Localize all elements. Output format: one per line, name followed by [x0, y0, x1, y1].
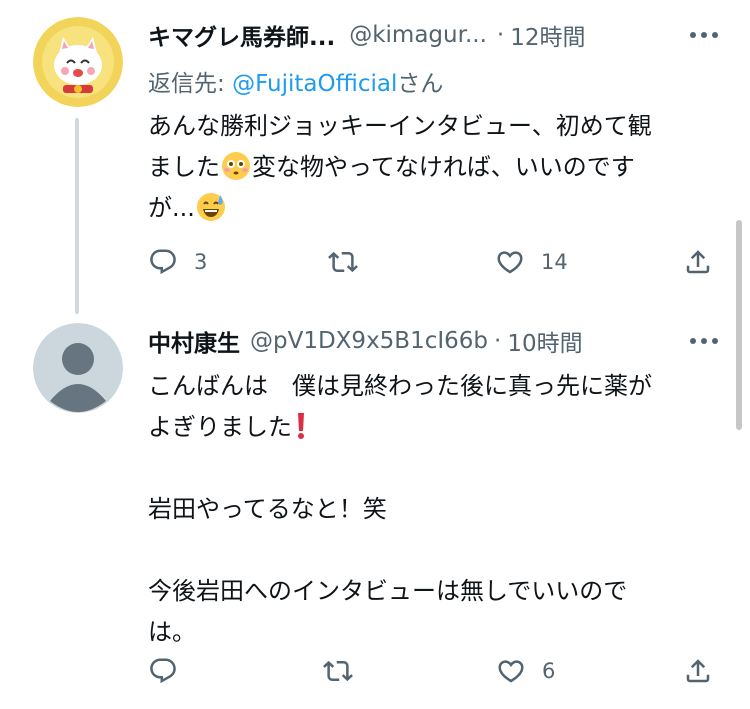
- tweet-actions: 6: [148, 651, 720, 691]
- user-handle[interactable]: @kimagur...: [349, 22, 487, 48]
- retweet-button[interactable]: [328, 242, 374, 282]
- display-name[interactable]: 中村康生: [148, 324, 240, 358]
- tweet-header: キマグレ馬券師... @kimagur... · 12時間: [148, 17, 585, 53]
- like-button[interactable]: 14: [495, 242, 568, 282]
- tweet-text-part-2: 岩田やってるなと！笑 今後岩田へのインタビューは無しでいいので は。: [148, 495, 628, 646]
- tweet-actions: 3 14: [148, 242, 720, 282]
- display-name[interactable]: キマグレ馬券師...: [148, 18, 335, 52]
- tweet-2[interactable]: 中村康生 @pV1DX9x5B1cI66b · 10時間 こんばんは 僕は見終わ…: [0, 310, 750, 709]
- like-icon: [497, 251, 523, 274]
- more-icon: [690, 338, 718, 344]
- separator-dot: ·: [494, 328, 502, 354]
- like-count: 6: [542, 659, 556, 683]
- thread-line: [75, 118, 79, 314]
- reply-icon: [150, 658, 176, 684]
- reply-icon: [150, 249, 176, 275]
- retweet-icon: [328, 251, 358, 273]
- more-options-button[interactable]: [684, 323, 724, 359]
- more-options-button[interactable]: [684, 17, 724, 53]
- reply-button[interactable]: [148, 651, 194, 691]
- separator-dot: ·: [496, 22, 505, 48]
- share-icon: [686, 250, 710, 274]
- avatar-kimagure[interactable]: [33, 17, 123, 107]
- like-button[interactable]: 6: [496, 651, 555, 691]
- timestamp[interactable]: 12時間: [510, 18, 585, 52]
- sweat-smile-emoji: [196, 192, 226, 222]
- share-button[interactable]: [683, 242, 713, 282]
- reply-button[interactable]: 3: [148, 242, 207, 282]
- retweet-button[interactable]: [323, 651, 369, 691]
- flushed-face-emoji: [221, 151, 251, 181]
- like-count: 14: [541, 250, 568, 274]
- default-profile-icon: [33, 323, 123, 413]
- share-icon: [686, 659, 710, 683]
- scrollbar[interactable]: [736, 220, 742, 430]
- timestamp[interactable]: 10時間: [507, 324, 582, 358]
- user-handle[interactable]: @pV1DX9x5B1cI66b: [250, 328, 488, 354]
- reply-suffix: さん: [397, 71, 444, 97]
- tweet-text: こんばんは 僕は見終わった後に真っ先に薬が よぎりました 岩田やってるなと！笑 …: [148, 366, 718, 653]
- reply-to-line: 返信先: @FujitaOfficialさん: [148, 64, 443, 98]
- tweet-text-part-1: こんばんは 僕は見終わった後に真っ先に薬が よぎりました: [148, 372, 652, 441]
- reply-prefix: 返信先:: [148, 71, 233, 97]
- avatar-default[interactable]: [33, 323, 123, 413]
- reply-count: 3: [194, 250, 208, 274]
- cat-avatar-icon: [33, 17, 123, 107]
- more-icon: [690, 32, 718, 38]
- like-icon: [498, 660, 524, 683]
- retweet-icon: [323, 660, 353, 682]
- share-button[interactable]: [683, 651, 713, 691]
- tweet-text: あんな勝利ジョッキーインタビュー、初めて観 ました 変な物やってなければ、いいので…: [148, 106, 718, 229]
- tweet-1[interactable]: キマグレ馬券師... @kimagur... · 12時間 返信先: @Fuji…: [0, 0, 750, 314]
- tweet-header: 中村康生 @pV1DX9x5B1cI66b · 10時間: [148, 323, 583, 359]
- exclamation-emoji: [293, 411, 309, 441]
- reply-mention-link[interactable]: @FujitaOfficial: [232, 71, 397, 97]
